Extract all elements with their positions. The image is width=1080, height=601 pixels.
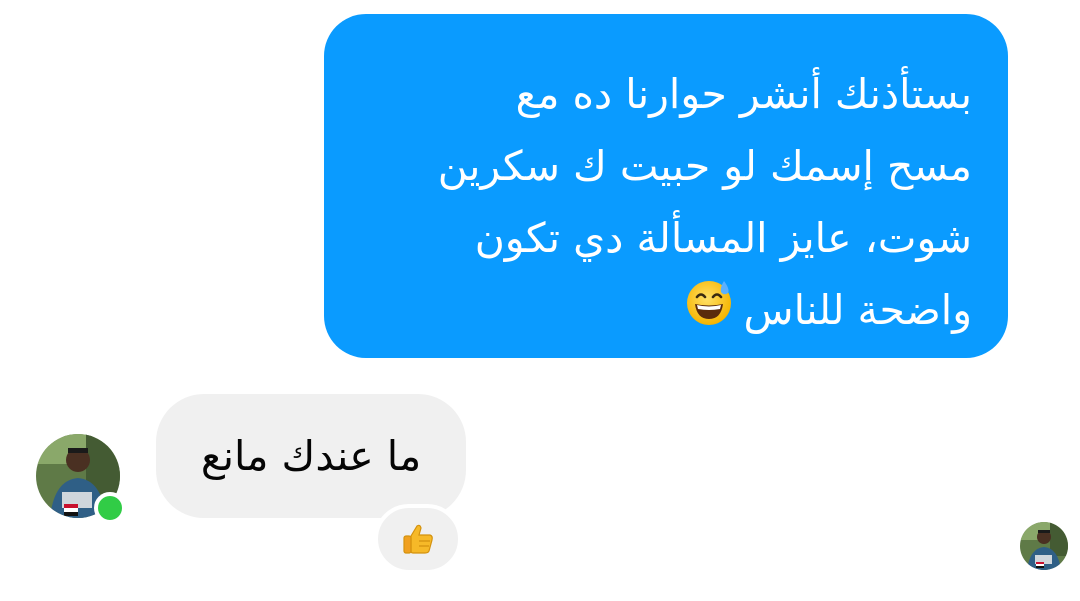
message-line: شوت، عايز المسألة دي تكون xyxy=(474,214,972,262)
message-line-text: واضحة للناس xyxy=(743,286,972,334)
message-line: مسح إسمك لو حبيت ك سكرين xyxy=(437,142,972,190)
message-line-last: واضحة للناس xyxy=(360,274,972,346)
incoming-message-bubble[interactable]: ما عندك مانع xyxy=(156,394,466,518)
message-line: بستأذنك أنشر حوارنا ده مع xyxy=(515,70,972,118)
thumbs-up-icon xyxy=(403,524,433,554)
grinning-face-with-sweat-icon xyxy=(684,277,734,349)
chat-thread: بستأذنك أنشر حوارنا ده مع مسح إسمك لو حب… xyxy=(0,0,1080,601)
online-status-dot xyxy=(94,492,126,524)
incoming-message-text: ما عندك مانع xyxy=(200,432,422,480)
seen-avatar xyxy=(1020,522,1068,570)
message-reaction[interactable] xyxy=(374,504,462,574)
outgoing-message-bubble[interactable]: بستأذنك أنشر حوارنا ده مع مسح إسمك لو حب… xyxy=(324,14,1008,358)
